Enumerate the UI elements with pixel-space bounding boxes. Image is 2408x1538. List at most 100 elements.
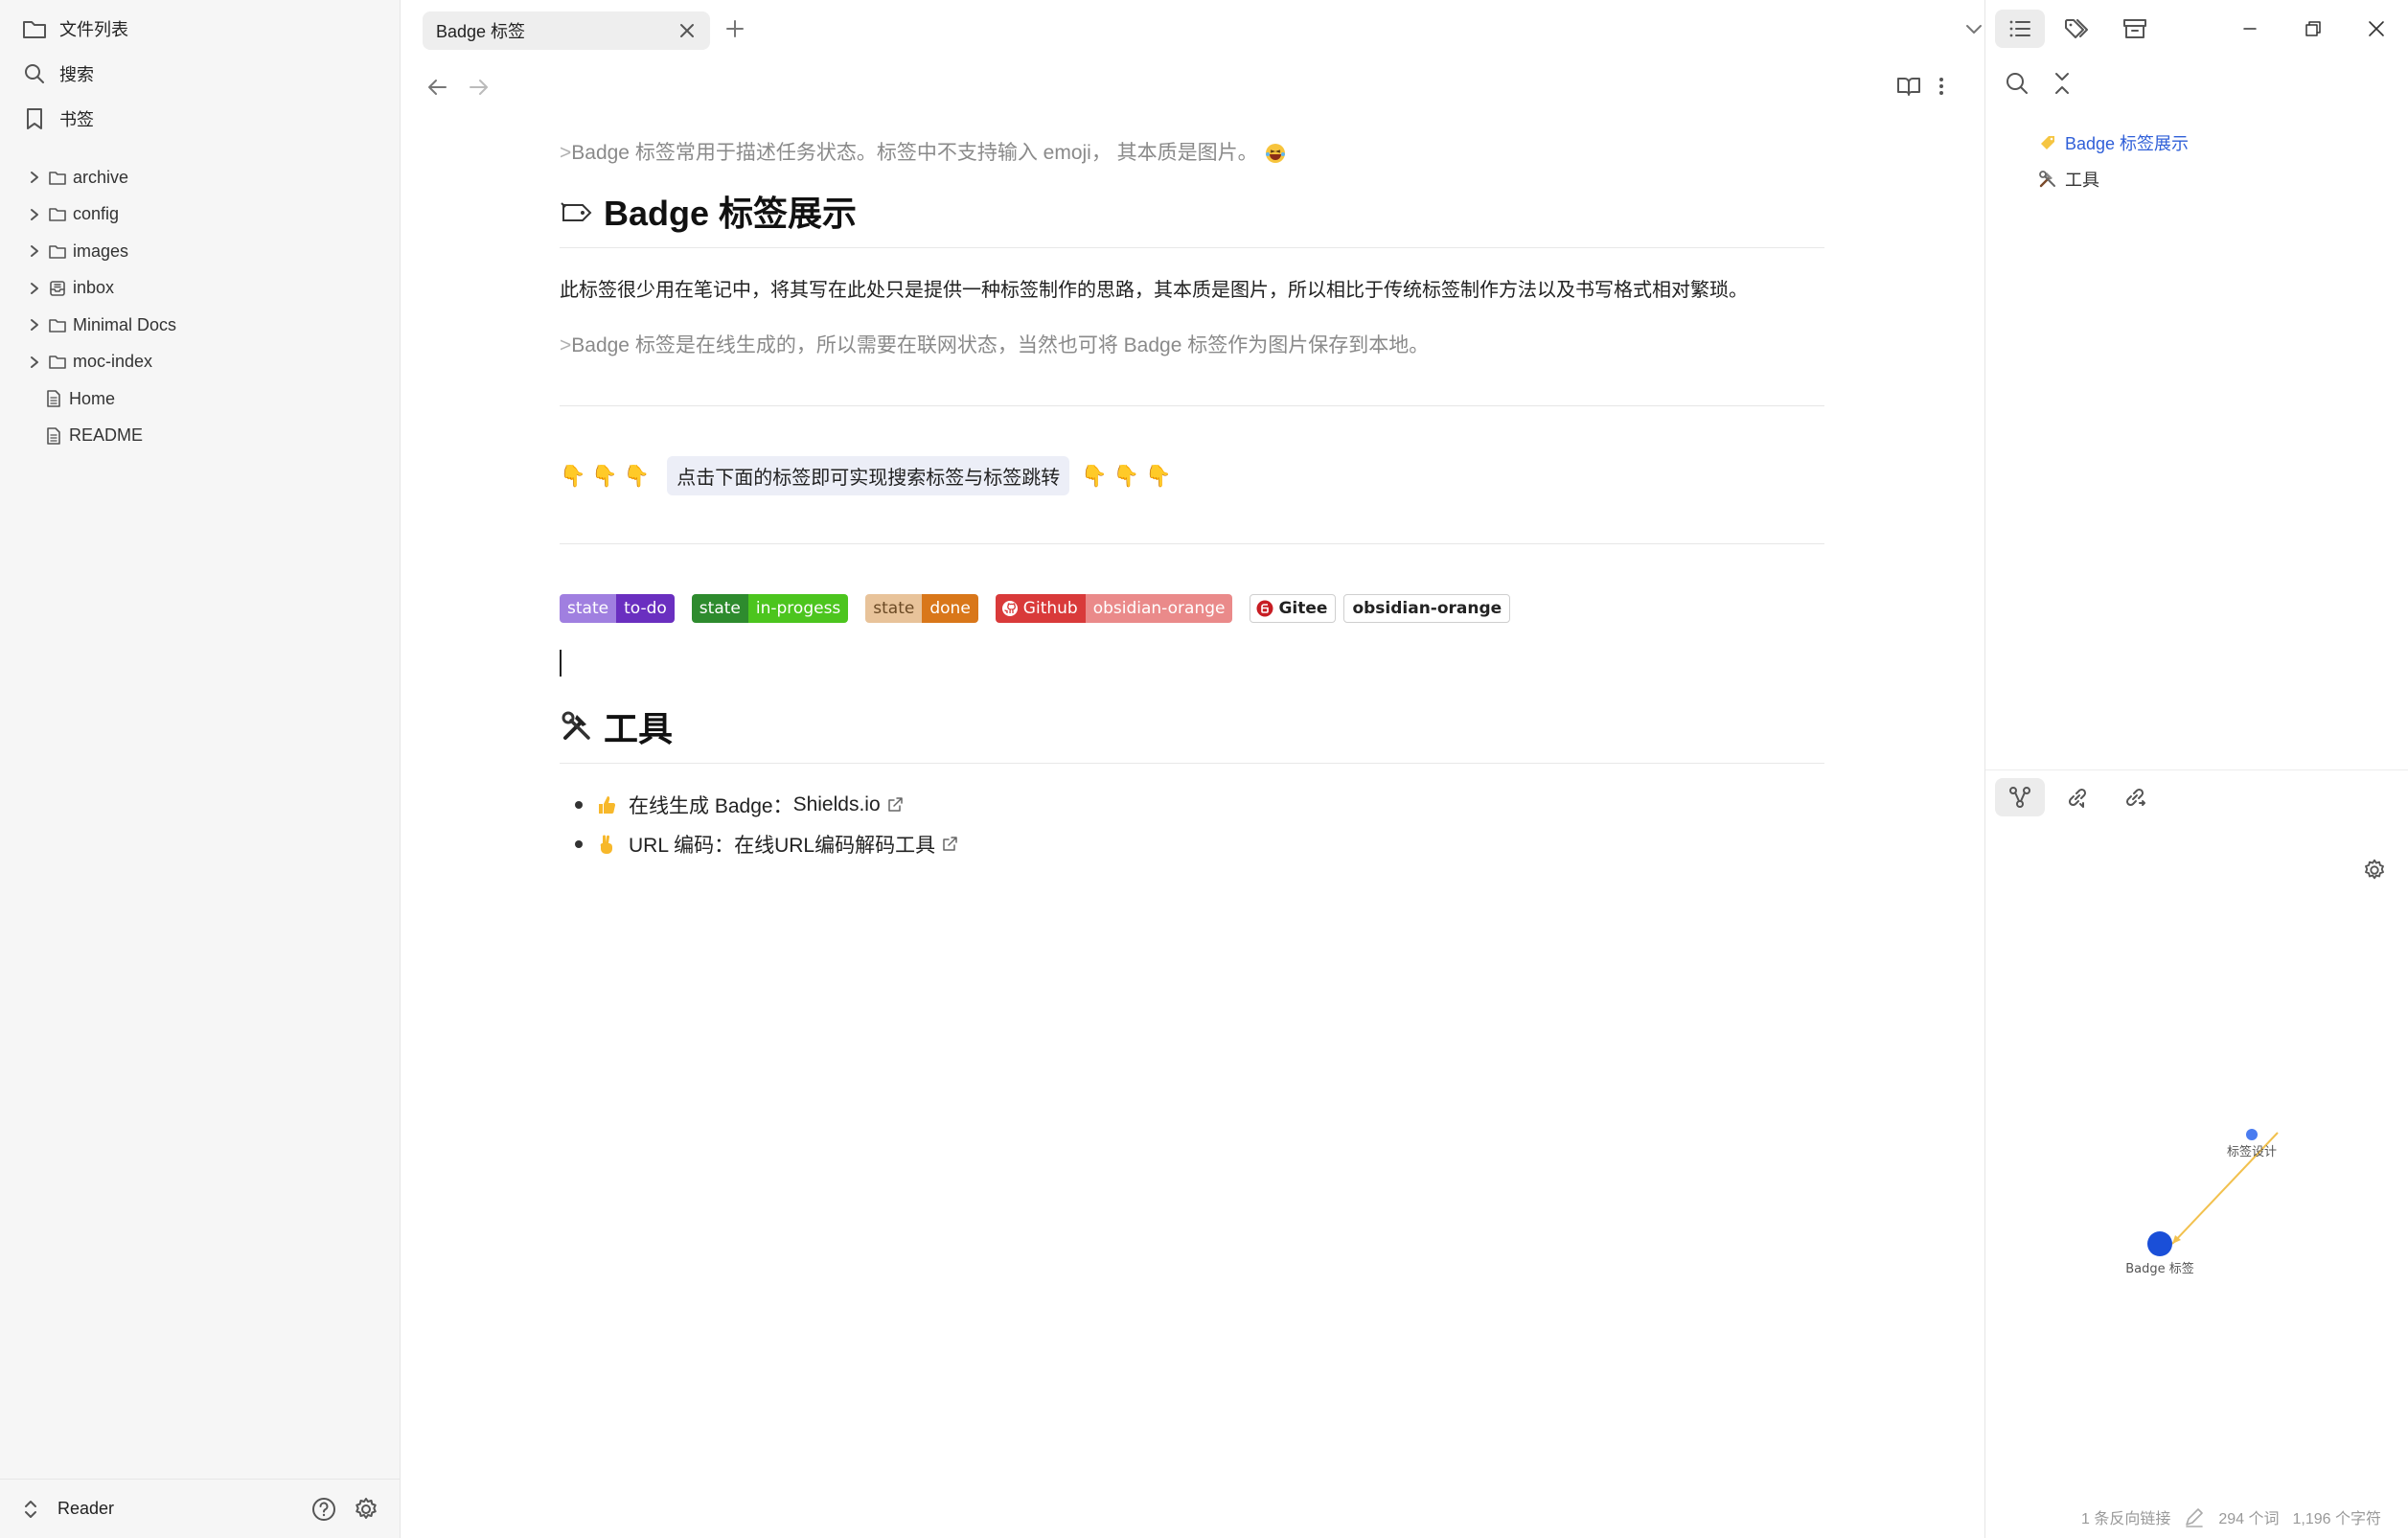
victory-hand-emoji-icon	[596, 834, 617, 855]
gitee-icon	[1256, 600, 1273, 617]
tree-item-inbox[interactable]: inbox	[25, 270, 389, 308]
folder-icon	[48, 205, 67, 224]
close-window-icon[interactable]	[2345, 10, 2408, 48]
search-icon[interactable]	[2005, 71, 2030, 96]
help-icon[interactable]	[310, 1496, 337, 1523]
arrow-left-icon[interactable]	[426, 77, 449, 98]
outline-item-badge-showcase[interactable]: Badge 标签展示	[2038, 125, 2189, 161]
external-link-icon	[886, 796, 904, 814]
backlink-icon	[2068, 788, 2087, 808]
tree-item-config[interactable]: config	[25, 196, 389, 234]
tree-item-moc-index[interactable]: moc-index	[25, 344, 389, 381]
plus-icon[interactable]	[723, 17, 746, 40]
local-graph-view[interactable]: 标签设计 Badge 标签	[1985, 1083, 2408, 1322]
label-tag-icon	[560, 194, 594, 228]
pointing-down-emoji-icon: 👇	[1112, 463, 1140, 488]
minimize-icon[interactable]	[2218, 10, 2282, 48]
tab-backlinks[interactable]	[2053, 778, 2102, 816]
graph-node-linked-label: 标签设计	[2227, 1144, 2277, 1159]
quote-text: Badge 标签是在线生成的，所以需要在联网状态，当然也可将 Badge 标签作…	[571, 334, 1430, 356]
badge-state-done[interactable]: state done	[865, 594, 978, 623]
tree-item-label: config	[73, 204, 120, 224]
archive-icon	[2123, 19, 2146, 38]
search-icon	[21, 60, 48, 87]
badge-right: done	[922, 594, 978, 623]
file-list-nav[interactable]: 文件列表	[21, 10, 128, 48]
outline-item-tools[interactable]: 工具	[2038, 161, 2189, 197]
folder-icon	[48, 315, 67, 334]
badge-gitee[interactable]: Gitee obsidian-orange	[1250, 594, 1511, 623]
pointing-down-emoji-icon: 👇	[623, 463, 651, 488]
tab-outline[interactable]	[1995, 10, 2045, 48]
outline-list: Badge 标签展示 工具	[2038, 125, 2189, 197]
outline-label: 工具	[2065, 171, 2099, 190]
collapse-all-icon[interactable]	[2053, 71, 2072, 96]
label-tag-icon	[2038, 133, 2057, 152]
graph-node-current[interactable]	[2147, 1231, 2172, 1256]
tree-item-archive[interactable]: archive	[25, 159, 389, 196]
chevron-right-icon	[25, 353, 44, 372]
badge-right: obsidian-orange	[1085, 594, 1233, 623]
quote-marker: >	[560, 334, 572, 356]
pointing-down-emoji-icon: 👇	[560, 463, 586, 488]
restore-icon[interactable]	[2282, 10, 2345, 48]
badge-left: Github	[1022, 599, 1078, 618]
note-content[interactable]: >Badge 标签常用于描述任务状态。标签中不支持输入 emoji， 其本质是图…	[560, 134, 1824, 863]
bookmarks-nav[interactable]: 书签	[21, 100, 94, 138]
tab-local-graph[interactable]	[1995, 778, 2045, 816]
backlink-count[interactable]: 1 条反向链接	[2081, 1505, 2170, 1528]
graph-node-linked[interactable]	[2246, 1129, 2258, 1140]
github-icon	[1001, 601, 1018, 616]
external-link-icon	[941, 836, 958, 853]
tab-archive[interactable]	[2110, 10, 2160, 48]
more-vertical-icon[interactable]	[1937, 75, 1946, 98]
hint-row: 👇 👇 👇 点击下面的标签即可实现搜索标签与标签跳转 👇 👇 👇	[560, 456, 1824, 495]
panel-divider	[1985, 769, 2408, 770]
inbox-icon	[48, 279, 67, 298]
editor-pane: Badge 标签 >Badge 标签常用于描述任务状态。标签中不支持输入 emo…	[401, 0, 1984, 1538]
tab-title: Badge 标签	[436, 22, 526, 41]
pencil-icon[interactable]	[2184, 1506, 2205, 1527]
bookmarks-label: 书签	[59, 110, 94, 129]
search-nav[interactable]: 搜索	[21, 55, 94, 93]
settings-icon[interactable]	[353, 1496, 379, 1523]
graph-icon	[2009, 787, 2030, 808]
tab-outgoing-links[interactable]	[2110, 778, 2160, 816]
tools-list: 在线生成 Badge： Shields.io URL 编码： 在线URL编码解码…	[560, 785, 1824, 863]
word-count: 294 个词	[2218, 1511, 2280, 1527]
shields-link[interactable]: Shields.io	[793, 793, 881, 816]
text-cursor	[560, 650, 562, 677]
book-open-icon[interactable]	[1896, 75, 1921, 98]
laughing-emoji-icon	[1264, 142, 1287, 165]
chevron-down-icon[interactable]	[1963, 19, 1984, 40]
chevron-right-icon	[25, 205, 44, 224]
url-encoder-link[interactable]: 在线URL编码解码工具	[734, 830, 935, 859]
tree-item-label: README	[69, 425, 144, 446]
badge-state-in-progress[interactable]: state in-progess	[691, 594, 849, 623]
tree-item-images[interactable]: images	[25, 233, 389, 270]
tree-item-label: moc-index	[73, 352, 153, 372]
file-list-label: 文件列表	[59, 20, 128, 39]
folder-icon	[48, 353, 67, 372]
close-icon[interactable]	[677, 21, 697, 40]
tags-icon	[2065, 19, 2088, 38]
tree-item-readme[interactable]: README	[25, 418, 389, 455]
tab-tags[interactable]	[2053, 10, 2102, 48]
badge-right: obsidian-orange	[1352, 599, 1502, 618]
tree-item-home[interactable]: Home	[25, 380, 389, 418]
quote-marker: >	[560, 142, 572, 164]
settings-icon[interactable]	[2362, 858, 2387, 883]
badge-state-todo[interactable]: state to-do	[560, 594, 675, 623]
list-prefix: URL 编码：	[629, 834, 735, 857]
hammer-wrench-icon	[2038, 170, 2057, 189]
file-icon	[44, 426, 63, 446]
vault-switcher[interactable]: Reader	[23, 1499, 114, 1520]
tab-badge-tags[interactable]: Badge 标签	[423, 11, 710, 50]
arrow-right-icon[interactable]	[467, 77, 490, 98]
folder-icon	[48, 168, 67, 187]
hint-highlight: 点击下面的标签即可实现搜索标签与标签跳转	[667, 456, 1070, 495]
pointing-down-emoji-icon: 👇	[591, 463, 618, 488]
badge-github[interactable]: Github obsidian-orange	[995, 594, 1233, 623]
tree-item-minimal-docs[interactable]: Minimal Docs	[25, 307, 389, 344]
file-icon	[44, 389, 63, 408]
